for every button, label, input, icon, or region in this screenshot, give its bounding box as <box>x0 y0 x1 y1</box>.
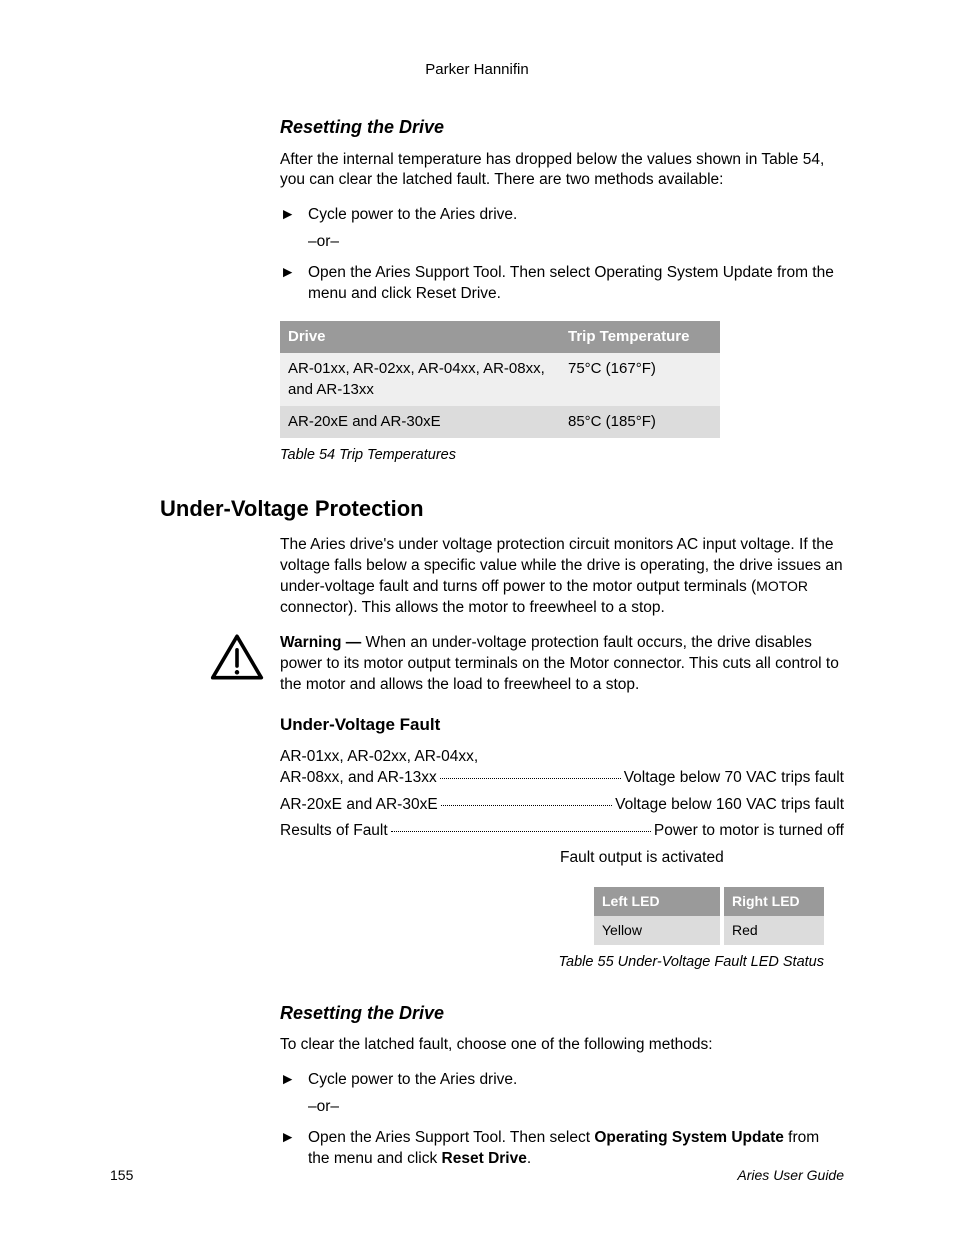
led-status-table: Left LED Right LED Yellow Red <box>594 887 824 945</box>
page-footer: 155 Aries User Guide <box>110 1166 844 1185</box>
warning-icon <box>210 633 270 696</box>
bullet-marker: ► <box>280 205 308 226</box>
table-caption: Table 55 Under-Voltage Fault LED Status <box>280 953 824 973</box>
bullet-text: Cycle power to the Aries drive. <box>308 205 844 226</box>
table-cell: AR-01xx, AR-02xx, AR-04xx, AR-08xx, and … <box>280 353 556 406</box>
table-header: Right LED <box>724 887 824 916</box>
table-cell: AR-20xE and AR-30xE <box>280 406 556 438</box>
section-title-reset-2: Resetting the Drive <box>280 1001 844 1025</box>
table-caption: Table 54 Trip Temperatures <box>280 446 844 466</box>
spec-row: AR-01xx, AR-02xx, AR-04xx, <box>280 747 844 768</box>
warning-text: Warning — When an under-voltage protecti… <box>280 633 844 696</box>
bullet-item: ► Open the Aries Support Tool. Then sele… <box>280 1128 844 1170</box>
or-separator: –or– <box>308 1097 844 1118</box>
or-separator: –or– <box>308 232 844 253</box>
table-cell: Yellow <box>594 916 720 945</box>
paragraph: After the internal temperature has dropp… <box>280 150 844 192</box>
table-cell: 85°C (185°F) <box>560 406 720 438</box>
section-title-reset-1: Resetting the Drive <box>280 115 844 139</box>
bullet-item: ► Cycle power to the Aries drive. <box>280 205 844 226</box>
bullet-text: Open the Aries Support Tool. Then select… <box>308 1128 844 1170</box>
table-cell: Red <box>724 916 824 945</box>
spec-row: AR-08xx, and AR-13xx Voltage below 70 VA… <box>280 768 844 789</box>
paragraph: To clear the latched fault, choose one o… <box>280 1035 844 1056</box>
bullet-text: Cycle power to the Aries drive. <box>308 1070 844 1091</box>
bullet-item: ► Open the Aries Support Tool. Then sele… <box>280 263 844 305</box>
spec-row: AR-20xE and AR-30xE Voltage below 160 VA… <box>280 795 844 816</box>
bullet-marker: ► <box>280 1128 308 1170</box>
trip-temperature-table: Drive Trip Temperature AR-01xx, AR-02xx,… <box>280 321 720 438</box>
spec-row: Results of Fault Power to motor is turne… <box>280 821 844 842</box>
bullet-item: ► Cycle power to the Aries drive. <box>280 1070 844 1091</box>
table-header: Left LED <box>594 887 720 916</box>
page-header: Parker Hannifin <box>110 60 844 80</box>
footer-title: Aries User Guide <box>737 1166 844 1185</box>
bullet-marker: ► <box>280 1070 308 1091</box>
page-number: 155 <box>110 1166 133 1185</box>
warning-block: Warning — When an under-voltage protecti… <box>280 633 844 696</box>
heading-under-voltage: Under-Voltage Protection <box>160 494 844 524</box>
subsection-title: Under-Voltage Fault <box>280 714 844 737</box>
bullet-marker: ► <box>280 263 308 305</box>
paragraph: The Aries drive's under voltage protecti… <box>280 535 844 619</box>
table-cell: 75°C (167°F) <box>560 353 720 406</box>
bullet-text: Open the Aries Support Tool. Then select… <box>308 263 844 305</box>
spec-row-extra: Fault output is activated <box>280 848 844 869</box>
table-header: Drive <box>280 321 556 353</box>
table-header: Trip Temperature <box>560 321 720 353</box>
